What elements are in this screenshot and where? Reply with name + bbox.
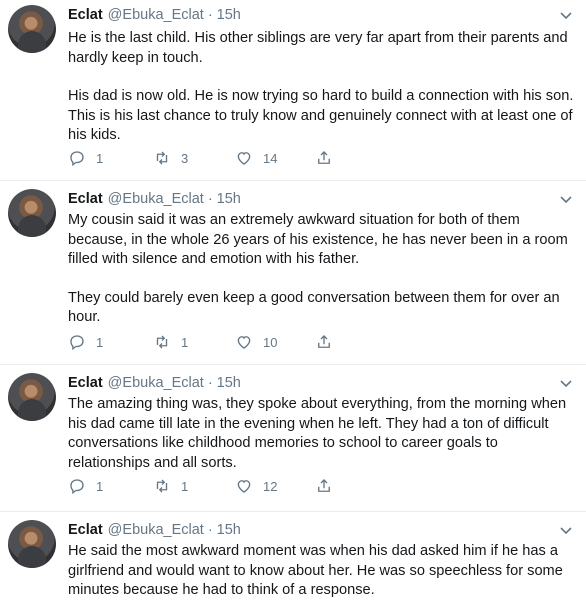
reply-icon bbox=[70, 151, 84, 167]
retweet-icon bbox=[156, 479, 168, 493]
avatar[interactable] bbox=[8, 189, 56, 237]
tweet-text: My cousin said it was an extremely awkwa… bbox=[68, 212, 572, 267]
reply-button[interactable]: 1 bbox=[68, 477, 153, 495]
tweet-text: He is the last child. His other siblings… bbox=[68, 30, 572, 66]
author-handle[interactable]: @Ebuka_Eclat bbox=[108, 375, 204, 391]
share-icon bbox=[318, 479, 330, 492]
separator-dot: · bbox=[207, 375, 213, 391]
tweet-text: They could barely even keep a good conve… bbox=[68, 289, 564, 326]
timeline: Eclat @Ebuka_Eclat · 15h He is the last … bbox=[0, 0, 586, 601]
tweet-actions: 1 1 12 bbox=[68, 476, 333, 496]
like-button[interactable]: 10 bbox=[235, 333, 315, 351]
tweet[interactable]: Eclat @Ebuka_Eclat · 15h The amazing thi… bbox=[0, 365, 586, 512]
author-handle[interactable]: @Ebuka_Eclat bbox=[108, 522, 204, 538]
heart-icon bbox=[237, 480, 251, 493]
chevron-down-icon[interactable] bbox=[558, 191, 574, 207]
tweet[interactable]: Eclat @Ebuka_Eclat · 15h He is the last … bbox=[0, 0, 586, 181]
retweet-icon bbox=[156, 335, 168, 349]
share-button[interactable] bbox=[315, 477, 333, 495]
retweet-count: 3 bbox=[181, 150, 189, 166]
reply-button[interactable]: 1 bbox=[68, 149, 153, 167]
reply-icon bbox=[70, 335, 84, 351]
share-button[interactable] bbox=[315, 333, 333, 351]
separator-dot: · bbox=[207, 522, 213, 538]
author-name[interactable]: Eclat bbox=[68, 7, 103, 23]
retweet-count: 1 bbox=[181, 334, 189, 350]
author-name[interactable]: Eclat bbox=[68, 522, 103, 538]
chevron-down-icon[interactable] bbox=[558, 522, 574, 538]
avatar[interactable] bbox=[8, 5, 56, 53]
like-count: 14 bbox=[263, 150, 278, 166]
tweet-body: Eclat @Ebuka_Eclat · 15h My cousin said … bbox=[68, 189, 574, 328]
chevron-down-icon[interactable] bbox=[558, 7, 574, 23]
retweet-button[interactable]: 1 bbox=[153, 333, 235, 351]
reply-count: 1 bbox=[96, 478, 104, 494]
heart-icon bbox=[237, 152, 251, 165]
tweet-body: Eclat @Ebuka_Eclat · 15h He is the last … bbox=[68, 5, 574, 146]
retweet-icon bbox=[156, 151, 168, 165]
avatar[interactable] bbox=[8, 373, 56, 421]
separator-dot: · bbox=[207, 191, 213, 207]
tweet-actions: 1 3 14 bbox=[68, 148, 333, 168]
tweet-body: Eclat @Ebuka_Eclat · 15h He said the mos… bbox=[68, 520, 574, 601]
chevron-down-icon[interactable] bbox=[558, 375, 574, 391]
timestamp[interactable]: 15h bbox=[217, 375, 241, 391]
retweet-button[interactable]: 1 bbox=[153, 477, 235, 495]
share-icon bbox=[318, 151, 330, 164]
tweet[interactable]: Eclat @Ebuka_Eclat · 15h My cousin said … bbox=[0, 181, 586, 365]
like-button[interactable]: 14 bbox=[235, 149, 315, 167]
tweet[interactable]: Eclat @Ebuka_Eclat · 15h He said the mos… bbox=[0, 512, 586, 601]
author-name[interactable]: Eclat bbox=[68, 191, 103, 207]
like-count: 12 bbox=[263, 478, 278, 494]
reply-icon bbox=[70, 479, 84, 495]
avatar[interactable] bbox=[8, 520, 56, 568]
tweet-header: Eclat @Ebuka_Eclat · 15h bbox=[68, 373, 574, 393]
tweet-text: He said the most awkward moment was when… bbox=[68, 543, 567, 598]
author-handle[interactable]: @Ebuka_Eclat bbox=[108, 7, 204, 23]
share-icon bbox=[318, 335, 330, 348]
timestamp[interactable]: 15h bbox=[217, 191, 241, 207]
tweet-body: Eclat @Ebuka_Eclat · 15h The amazing thi… bbox=[68, 373, 574, 473]
retweet-count: 1 bbox=[181, 478, 189, 494]
like-count: 10 bbox=[263, 334, 278, 350]
retweet-button[interactable]: 3 bbox=[153, 149, 235, 167]
author-name[interactable]: Eclat bbox=[68, 375, 103, 391]
separator-dot: · bbox=[207, 7, 213, 23]
tweet-header: Eclat @Ebuka_Eclat · 15h bbox=[68, 5, 574, 25]
reply-count: 1 bbox=[96, 334, 104, 350]
timestamp[interactable]: 15h bbox=[217, 522, 241, 538]
heart-icon bbox=[237, 336, 251, 349]
tweet-text: His dad is now old. He is now trying so … bbox=[68, 88, 578, 143]
author-handle[interactable]: @Ebuka_Eclat bbox=[108, 191, 204, 207]
tweet-header: Eclat @Ebuka_Eclat · 15h bbox=[68, 520, 574, 540]
timestamp[interactable]: 15h bbox=[217, 7, 241, 23]
reply-count: 1 bbox=[96, 150, 104, 166]
reply-button[interactable]: 1 bbox=[68, 333, 153, 351]
share-button[interactable] bbox=[315, 149, 333, 167]
tweet-actions: 1 1 10 bbox=[68, 332, 333, 352]
tweet-header: Eclat @Ebuka_Eclat · 15h bbox=[68, 189, 574, 209]
like-button[interactable]: 12 bbox=[235, 477, 315, 495]
tweet-text: The amazing thing was, they spoke about … bbox=[68, 396, 571, 471]
